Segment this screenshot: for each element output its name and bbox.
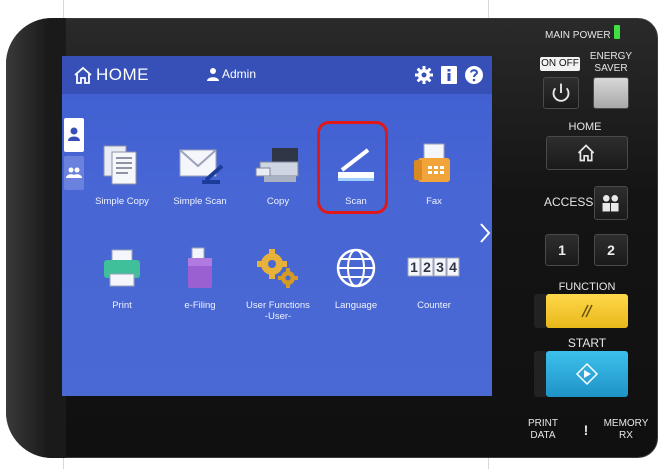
counter-icon: 1234 — [406, 244, 462, 292]
group-icon — [66, 167, 82, 178]
key-2-button[interactable]: 2 — [594, 234, 628, 266]
moon-icon — [604, 83, 614, 103]
app-user-functions[interactable]: User Functions -User- — [242, 244, 314, 322]
memory-rx-label: MEMORY RX — [603, 418, 649, 441]
app-e-filing[interactable]: e-Filing — [164, 244, 236, 311]
svg-text:1: 1 — [410, 259, 418, 275]
app-label: Simple Scan — [173, 196, 227, 207]
next-page-arrow-icon[interactable] — [478, 222, 492, 244]
app-label: Fax — [426, 196, 442, 207]
top-bar: HOME Admin — [62, 56, 492, 94]
main-power-label: MAIN POWER — [545, 30, 611, 41]
tab-personal[interactable] — [64, 118, 84, 152]
print-data-label: PRINT DATA — [528, 418, 558, 441]
person-icon — [68, 127, 80, 141]
svg-text:2: 2 — [423, 259, 431, 275]
main-power-indicator — [614, 25, 620, 39]
key-1-label: 1 — [558, 242, 566, 258]
language-icon — [332, 244, 380, 292]
app-label: Copy — [266, 196, 290, 207]
user-name[interactable]: Admin — [222, 67, 256, 81]
app-fax[interactable]: Fax — [398, 140, 470, 207]
user-icon — [207, 68, 219, 81]
start-label: START — [567, 336, 607, 350]
home-button[interactable] — [546, 136, 628, 170]
svg-text:3: 3 — [436, 259, 444, 275]
gear-icon[interactable] — [414, 65, 434, 85]
power-icon — [552, 83, 570, 102]
page-title: HOME — [96, 65, 149, 84]
access-button[interactable] — [594, 186, 628, 220]
app-counter[interactable]: 1234 Counter — [398, 244, 470, 311]
app-label: Print — [112, 300, 132, 311]
home-key-icon — [577, 144, 595, 162]
access-label: ACCESS — [544, 195, 594, 209]
help-icon[interactable] — [464, 65, 484, 85]
alert-indicator-label: ! — [583, 422, 589, 438]
home-label: HOME — [568, 121, 602, 133]
tab-shared[interactable] — [64, 156, 84, 190]
app-label: Simple Copy — [95, 196, 149, 207]
bezel — [6, 18, 66, 458]
access-users-icon — [602, 195, 619, 212]
app-label: User Functions -User- — [246, 300, 310, 322]
svg-text:4: 4 — [449, 259, 457, 275]
function-clear-button[interactable] — [546, 294, 628, 328]
print-icon — [98, 244, 146, 292]
fax-icon — [410, 140, 458, 188]
energy-saver-button[interactable] — [593, 77, 629, 109]
on-off-label: ON OFF — [540, 57, 580, 71]
app-simple-copy[interactable]: Simple Copy — [86, 140, 158, 207]
copy-icon — [254, 140, 302, 188]
info-icon[interactable] — [440, 65, 458, 85]
start-diamond-icon — [575, 362, 599, 386]
touch-screen: HOME Admin Simple Copy Simple Scan Copy … — [62, 56, 492, 396]
e-filing-icon — [176, 244, 224, 292]
simple-scan-icon — [176, 140, 224, 188]
key-2-label: 2 — [607, 242, 615, 258]
key-1-button[interactable]: 1 — [545, 234, 579, 266]
app-label: Counter — [417, 300, 451, 311]
app-label: e-Filing — [184, 300, 216, 311]
clear-slash-icon — [581, 304, 593, 318]
app-print[interactable]: Print — [86, 244, 158, 311]
home-icon[interactable] — [72, 64, 94, 86]
energy-saver-label: ENERGY SAVER — [589, 51, 633, 74]
simple-copy-icon — [98, 140, 146, 188]
app-language[interactable]: Language — [320, 244, 392, 311]
power-button[interactable] — [543, 77, 579, 109]
app-label: Language — [334, 300, 378, 311]
app-copy[interactable]: Copy — [242, 140, 314, 207]
scan-highlight-box — [317, 121, 388, 214]
user-functions-icon — [254, 244, 302, 292]
start-button[interactable] — [546, 351, 628, 397]
app-simple-scan[interactable]: Simple Scan — [164, 140, 236, 207]
